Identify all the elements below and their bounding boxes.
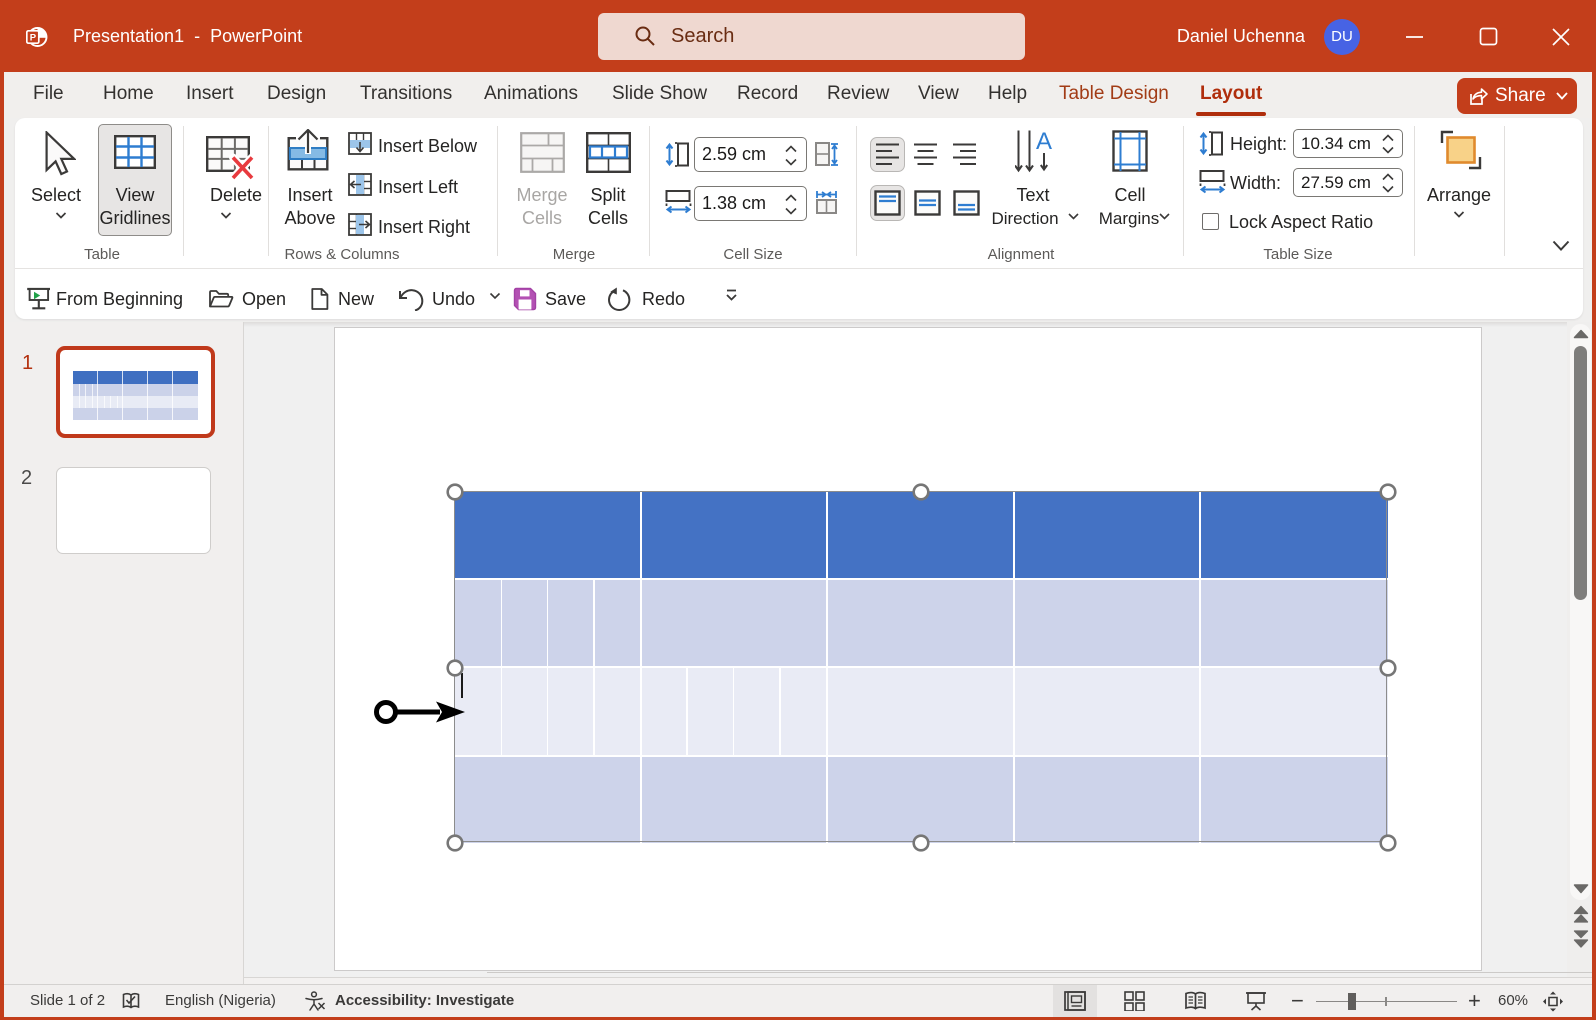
- svg-text:P: P: [30, 33, 37, 44]
- svg-text:A: A: [1036, 130, 1052, 155]
